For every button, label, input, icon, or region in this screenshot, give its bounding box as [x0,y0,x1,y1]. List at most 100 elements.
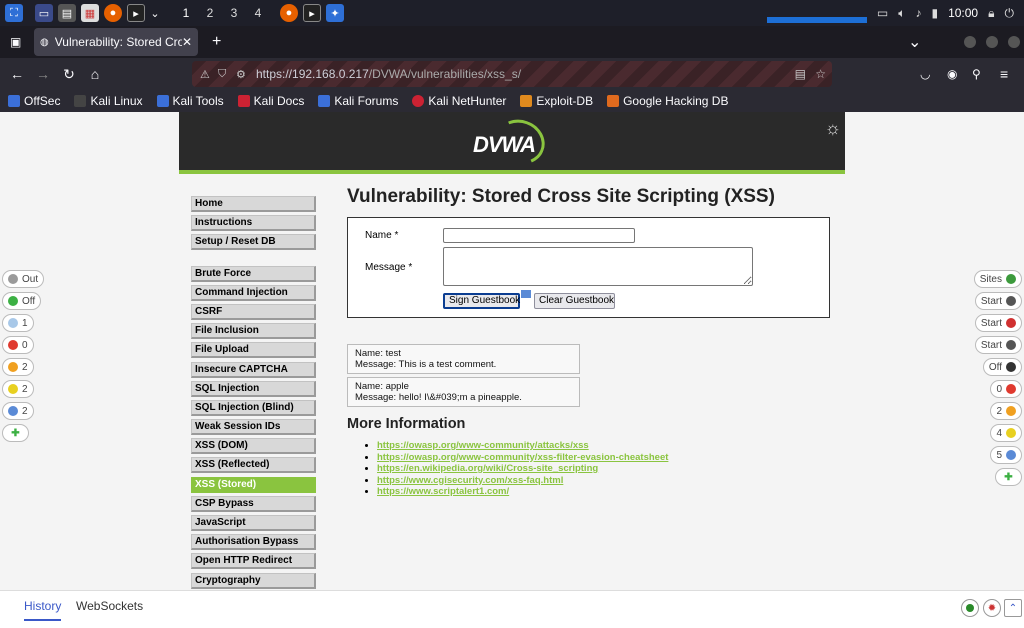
screen-icon[interactable]: ▭ [877,6,888,20]
tab-overview-icon[interactable]: ▣ [10,35,21,49]
left-pill[interactable]: 1 [2,314,34,332]
bookmark-kali-forums[interactable]: Kali Forums [318,94,398,108]
chevron-down-icon[interactable]: ⌄ [150,4,160,22]
reference-link[interactable]: https://www.scriptalert1.com/ [377,486,509,497]
reference-link[interactable]: https://owasp.org/www-community/xss-filt… [377,452,668,463]
right-pill[interactable]: Sites [973,270,1022,288]
sidebar-item-xss-dom[interactable]: XSS (DOM) [191,438,316,455]
sidebar-item-command-injection[interactable]: Command Injection [191,284,316,301]
left-pill[interactable]: 2 [2,380,34,398]
notification-bell-icon[interactable]: ♪ [915,6,921,20]
bookmark-star-icon[interactable]: ☆ [815,67,826,81]
lock-icon[interactable]: 🔒︎ [988,6,994,21]
tab-list-chevron-icon[interactable]: ⌄ [908,32,921,52]
dvwa-logo[interactable]: DVWA [471,112,552,172]
home-icon[interactable]: ⌂ [82,66,108,82]
sidebar-item-csrf[interactable]: CSRF [191,303,316,320]
record-red-icon[interactable]: ✹ [983,599,1001,617]
forward-icon[interactable]: → [30,66,56,82]
bookmark-kali-linux[interactable]: Kali Linux [74,94,143,108]
insecure-lock-icon[interactable]: ⚠ [200,68,210,81]
flag-icon[interactable] [521,290,531,298]
sidebar-item-weak-session-ids[interactable]: Weak Session IDs [191,419,316,436]
theme-toggle-icon[interactable]: ☼ [825,118,842,139]
clear-guestbook-button[interactable]: Clear Guestbook [534,293,615,309]
bookmark-google-hacking-db[interactable]: Google Hacking DB [607,94,728,108]
text-editor-icon[interactable]: ▦ [81,4,99,22]
left-add-button[interactable]: ✚ [2,424,29,442]
left-pill[interactable]: 2 [2,402,34,420]
reference-link[interactable]: https://www.cgisecurity.com/xss-faq.html [377,475,563,486]
power-icon[interactable]: ⏻ [1005,6,1015,21]
clock[interactable]: 10:00 [948,6,978,20]
name-input[interactable] [443,228,635,243]
close-window-icon[interactable] [1008,36,1020,48]
sidebar-item-xss-stored[interactable]: XSS (Stored) [191,476,316,493]
right-pill[interactable]: Start [974,292,1022,310]
sidebar-item-authorisation-bypass[interactable]: Authorisation Bypass [191,534,316,551]
tracking-shield-icon[interactable]: ⛉ [218,68,226,81]
account-icon[interactable]: ◉ [947,67,957,81]
reference-link[interactable]: https://owasp.org/www-community/attacks/… [377,440,589,451]
reader-view-icon[interactable]: ▤ [795,67,806,81]
sidebar-item-sql-injection[interactable]: SQL Injection [191,380,316,397]
tab-websockets[interactable]: WebSockets [76,599,143,613]
right-pill[interactable]: 4 [990,424,1022,442]
left-pill[interactable]: 2 [2,358,34,376]
sidebar-item-insecure-captcha[interactable]: Insecure CAPTCHA [191,361,316,378]
bookmark-exploit-db[interactable]: Exploit-DB [520,94,593,108]
right-pill[interactable]: 0 [990,380,1022,398]
new-tab-icon[interactable]: + [212,33,221,51]
workspace-1[interactable]: 1 [174,6,198,20]
sidebar-item-setup-reset-db[interactable]: Setup / Reset DB [191,234,316,251]
permissions-icon[interactable]: ⚙ [236,68,246,81]
right-pill[interactable]: 5 [990,446,1022,464]
right-pill[interactable]: 2 [990,402,1022,420]
bookmark-offsec[interactable]: OffSec [8,94,60,108]
sidebar-item-home[interactable]: Home [191,196,316,212]
bookmark-kali-nethunter[interactable]: Kali NetHunter [412,94,506,108]
reload-icon[interactable]: ↻ [56,66,82,83]
desktop-icon[interactable]: ▭ [35,4,53,22]
maximize-icon[interactable] [986,36,998,48]
sidebar-item-sql-injection-blind[interactable]: SQL Injection (Blind) [191,399,316,416]
back-icon[interactable]: ← [4,66,30,82]
right-add-button[interactable]: ✚ [995,468,1022,486]
sidebar-item-file-upload[interactable]: File Upload [191,342,316,359]
bookmark-kali-tools[interactable]: Kali Tools [156,94,224,108]
battery-icon[interactable]: ▮ [931,6,938,20]
sign-guestbook-button[interactable]: Sign Guestbook [443,293,520,309]
right-pill[interactable]: Start [974,314,1022,332]
kali-window-icon[interactable]: ✦ [326,4,344,22]
sidebar-item-csp-bypass[interactable]: CSP Bypass [191,495,316,512]
pocket-icon[interactable]: ◡ [920,67,930,81]
left-pill[interactable]: 0 [2,336,34,354]
sidebar-item-open-http-redirect[interactable]: Open HTTP Redirect [191,553,316,570]
menu-icon[interactable]: ≡ [1000,66,1008,82]
sidebar-item-brute-force[interactable]: Brute Force [191,265,316,282]
terminal-icon[interactable]: ▸ [127,4,145,22]
extensions-icon[interactable]: ⚲ [972,67,981,81]
bookmark-kali-docs[interactable]: Kali Docs [237,94,304,108]
sidebar-item-xss-reflected[interactable]: XSS (Reflected) [191,457,316,474]
sidebar-item-file-inclusion[interactable]: File Inclusion [191,323,316,340]
right-pill[interactable]: Start [974,336,1022,354]
files-icon[interactable]: ▤ [58,4,76,22]
tab-history[interactable]: History [24,599,62,621]
sidebar-item-javascript[interactable]: JavaScript [191,515,316,531]
browser-tab[interactable]: ◍ Vulnerability: Stored Cros ✕ [34,28,198,56]
left-pill[interactable]: Out [2,270,45,288]
volume-icon[interactable]: 🔈︎ [898,6,905,21]
chevron-up-icon[interactable]: ⌃ [1004,599,1022,617]
url-bar[interactable]: ⚠ ⛉ ⚙ https://192.168.0.217/DVWA/vulnera… [192,61,832,87]
firefox-window-icon[interactable]: ● [280,4,298,22]
kali-menu-icon[interactable]: ⛶ [5,4,23,22]
terminal-window-icon[interactable]: ▸ [303,4,321,22]
message-textarea[interactable] [443,247,753,286]
firefox-icon[interactable]: ● [104,4,122,22]
workspace-4[interactable]: 4 [246,6,270,20]
workspace-2[interactable]: 2 [198,6,222,20]
record-green-icon[interactable] [961,599,979,617]
right-pill[interactable]: Off [982,358,1022,376]
sidebar-item-instructions[interactable]: Instructions [191,215,316,232]
